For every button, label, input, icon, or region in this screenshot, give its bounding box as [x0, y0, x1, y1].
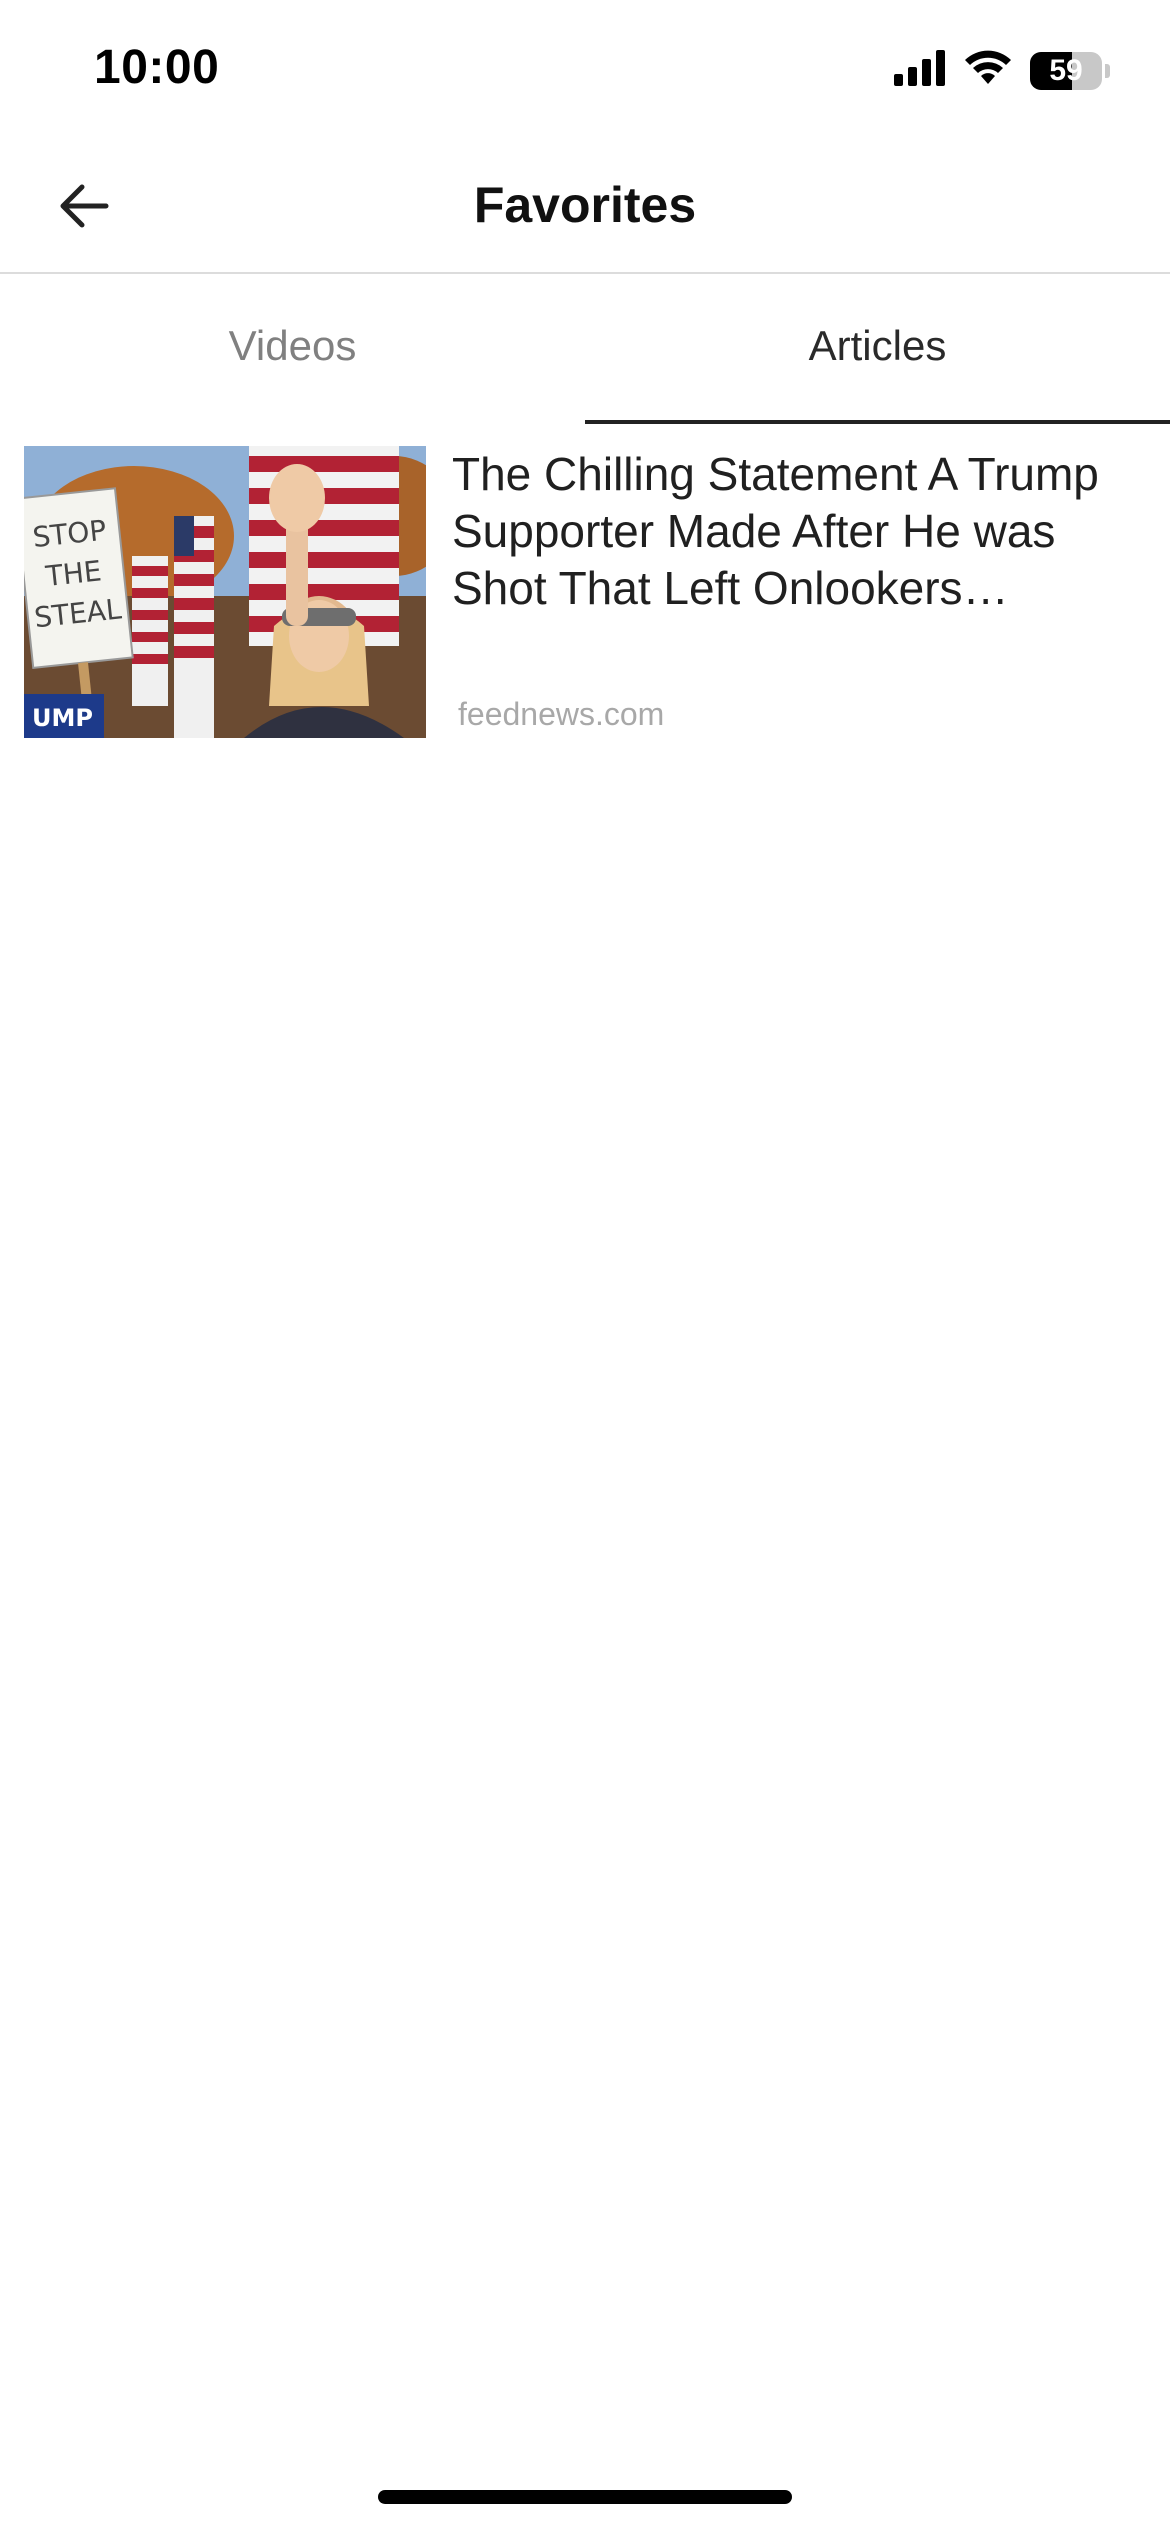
tab-articles-label: Articles: [808, 322, 947, 369]
home-indicator[interactable]: [378, 2490, 792, 2504]
page-title: Favorites: [473, 177, 697, 233]
battery-level-text: 59: [1049, 53, 1083, 87]
tab-videos-label: Videos: [228, 322, 357, 369]
status-time: 10:00: [94, 41, 220, 94]
status-bar: 10:00 59: [0, 0, 1170, 140]
cellular-signal-icon: [894, 50, 946, 91]
header: Favorites: [0, 140, 1170, 274]
tab-articles[interactable]: Articles: [585, 274, 1170, 424]
svg-text:THE: THE: [43, 554, 103, 593]
protest-photo-thumbnail: STOP THE STEAL UMP: [24, 446, 426, 738]
battery-tip: [1105, 63, 1110, 78]
battery-icon: 59: [1030, 51, 1110, 90]
status-icons: 59: [894, 50, 1110, 91]
battery-body: 59: [1030, 51, 1102, 90]
article-source: feednews.com: [458, 696, 665, 732]
article-list: STOP THE STEAL UMP The Chilling Statemen…: [0, 446, 1170, 738]
article-title: The Chilling Statement A Trump Supporter…: [452, 448, 1099, 614]
tab-bar: Videos Articles: [0, 274, 1170, 424]
svg-text:UMP: UMP: [32, 704, 93, 732]
wifi-icon: [964, 50, 1012, 91]
tab-videos[interactable]: Videos: [0, 274, 585, 424]
list-item[interactable]: STOP THE STEAL UMP The Chilling Statemen…: [0, 446, 1170, 738]
